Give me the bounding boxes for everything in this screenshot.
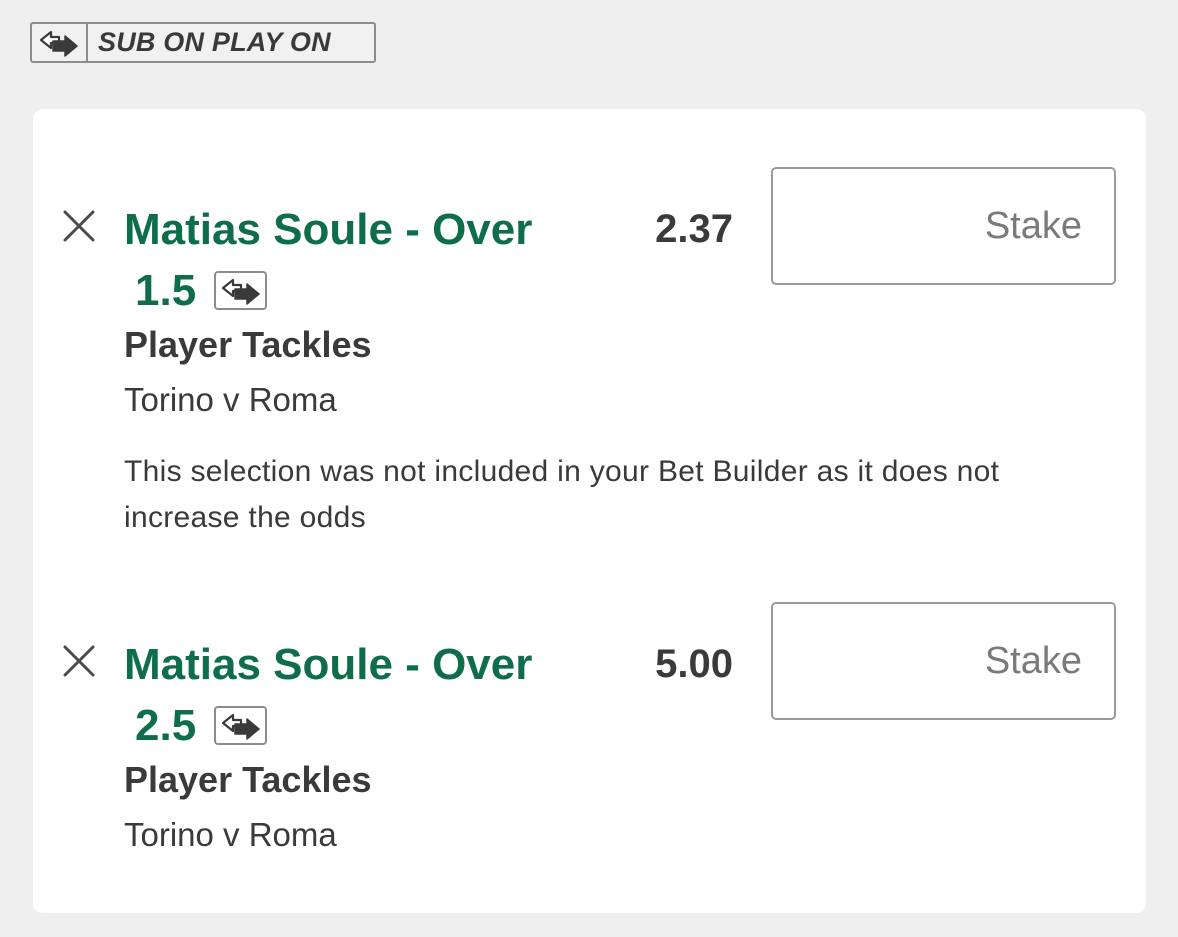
bet-slip-card: Matias Soule - Over 1.5 2.37 Player Tack… — [33, 109, 1146, 913]
selection-line-value: 1.5 — [135, 266, 197, 315]
close-icon — [63, 210, 95, 242]
remove-selection-button[interactable] — [61, 643, 97, 679]
sub-swap-icon — [214, 706, 268, 745]
event-name: Torino v Roma — [124, 381, 337, 418]
stake-input[interactable] — [771, 602, 1116, 720]
odds-value: 2.37 — [655, 207, 733, 251]
event-name: Torino v Roma — [124, 816, 337, 853]
selection-name-line1: Matias Soule - Over — [124, 640, 533, 689]
sub-swap-icon — [32, 24, 88, 61]
odds-value: 5.00 — [655, 642, 733, 686]
selection-line-value: 2.5 — [135, 701, 197, 750]
close-icon — [63, 645, 95, 677]
market-name: Player Tackles — [124, 324, 372, 365]
stake-input[interactable] — [771, 167, 1116, 285]
remove-selection-button[interactable] — [61, 208, 97, 244]
market-name: Player Tackles — [124, 759, 372, 800]
selection-name: Matias Soule - Over 2.5 — [124, 634, 584, 756]
selection-note: This selection was not included in your … — [124, 455, 1000, 534]
selection-name: Matias Soule - Over 1.5 — [124, 199, 584, 321]
selection-name-line1: Matias Soule - Over — [124, 205, 533, 254]
sub-on-play-on-label: SUB ON PLAY ON — [98, 27, 331, 57]
sub-on-play-on-badge: SUB ON PLAY ON — [30, 22, 376, 63]
sub-swap-icon — [214, 271, 268, 310]
